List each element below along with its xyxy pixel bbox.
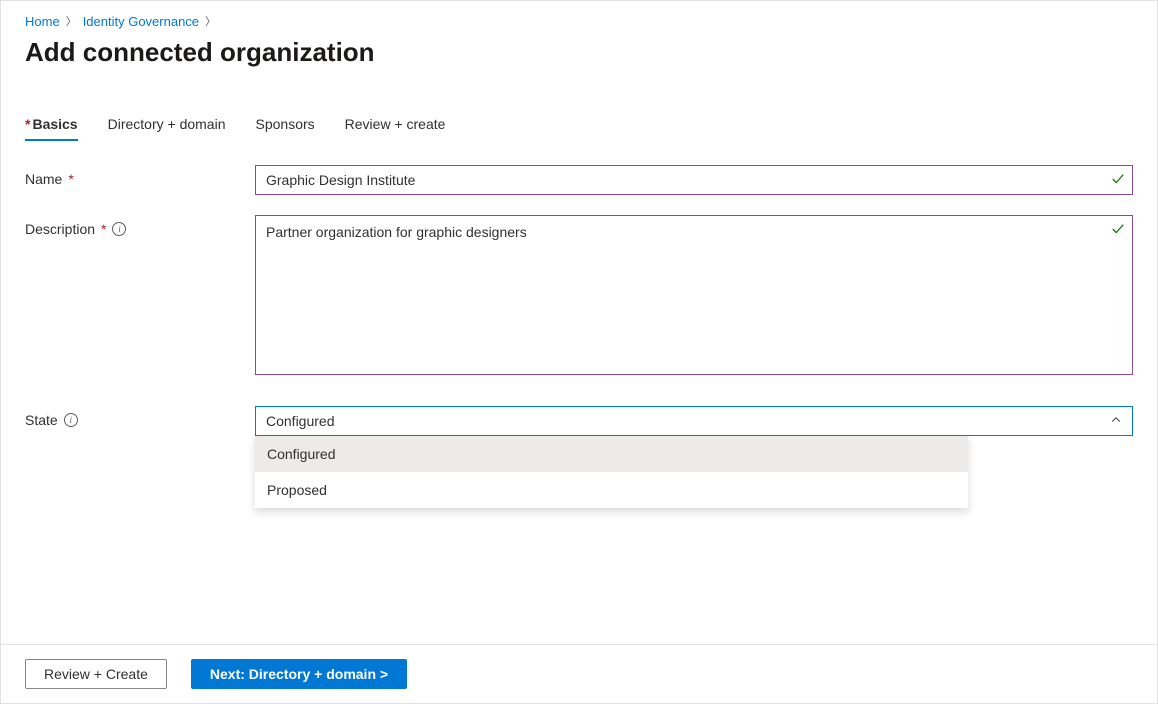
description-input[interactable]	[255, 215, 1133, 375]
required-indicator: *	[25, 116, 30, 132]
required-indicator: *	[68, 171, 73, 187]
info-icon[interactable]: i	[64, 413, 78, 427]
tab-label: Directory + domain	[108, 116, 226, 132]
state-selected-value: Configured	[266, 413, 335, 429]
tab-sponsors[interactable]: Sponsors	[256, 116, 315, 140]
tab-review-create[interactable]: Review + create	[345, 116, 446, 140]
tab-label: Basics	[32, 116, 77, 132]
dropdown-option-configured[interactable]: Configured	[255, 436, 968, 472]
name-field-wrap	[255, 165, 1133, 195]
name-label: Name *	[25, 165, 255, 187]
form-row-description: Description * i	[25, 215, 1133, 378]
label-text: Name	[25, 171, 62, 187]
state-select[interactable]: Configured	[255, 406, 1133, 436]
next-button[interactable]: Next: Directory + domain >	[191, 659, 407, 689]
chevron-right-icon: 〉	[66, 13, 77, 29]
name-input[interactable]	[255, 165, 1133, 195]
chevron-up-icon	[1110, 413, 1122, 429]
tab-basics[interactable]: *Basics	[25, 116, 78, 140]
dropdown-option-proposed[interactable]: Proposed	[255, 472, 968, 508]
label-text: State	[25, 412, 58, 428]
breadcrumb: Home 〉 Identity Governance 〉	[25, 9, 1133, 29]
form-row-name: Name *	[25, 165, 1133, 195]
tab-bar: *Basics Directory + domain Sponsors Revi…	[25, 116, 1133, 141]
review-create-button[interactable]: Review + Create	[25, 659, 167, 689]
tab-directory-domain[interactable]: Directory + domain	[108, 116, 226, 140]
check-icon	[1111, 222, 1125, 236]
page-title: Add connected organization	[25, 37, 1133, 68]
state-field-wrap: Configured Configured Proposed	[255, 406, 1133, 436]
page-container: Home 〉 Identity Governance 〉 Add connect…	[0, 0, 1158, 704]
form-row-state: State i Configured Configured Proposed	[25, 406, 1133, 436]
check-icon	[1111, 172, 1125, 186]
required-indicator: *	[101, 221, 106, 237]
tab-label: Sponsors	[256, 116, 315, 132]
tab-label: Review + create	[345, 116, 446, 132]
state-dropdown-list: Configured Proposed	[255, 436, 968, 508]
breadcrumb-link-home[interactable]: Home	[25, 14, 60, 29]
breadcrumb-link-identity-governance[interactable]: Identity Governance	[83, 14, 199, 29]
info-icon[interactable]: i	[112, 222, 126, 236]
label-text: Description	[25, 221, 95, 237]
description-label: Description * i	[25, 215, 255, 237]
footer-bar: Review + Create Next: Directory + domain…	[1, 644, 1157, 703]
state-label: State i	[25, 406, 255, 428]
content-area: Home 〉 Identity Governance 〉 Add connect…	[1, 1, 1157, 436]
description-field-wrap	[255, 215, 1133, 378]
chevron-right-icon: 〉	[205, 13, 216, 29]
